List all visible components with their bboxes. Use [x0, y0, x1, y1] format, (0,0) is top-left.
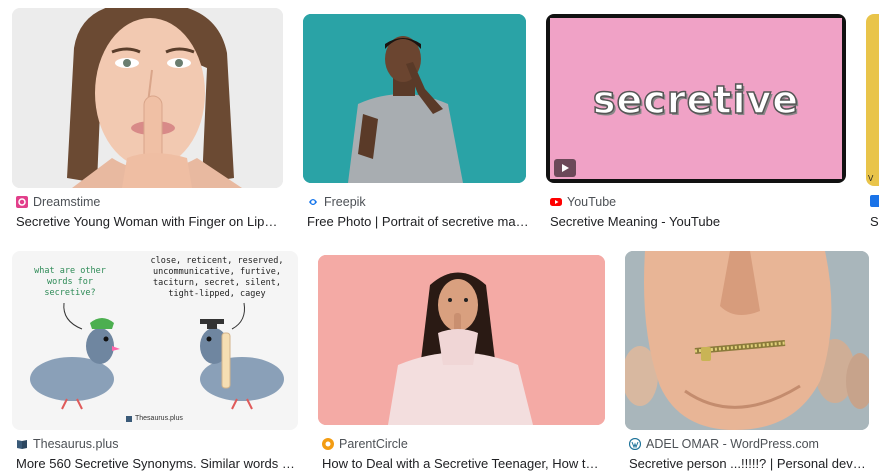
result-caption[interactable]: How to Deal with a Secretive Teenager, H… [322, 456, 602, 471]
book-icon [126, 415, 132, 422]
parentcircle-icon [322, 438, 334, 450]
source-label[interactable] [870, 195, 879, 207]
thumbnail-image[interactable]: what are other words for secretive? clos… [12, 251, 298, 430]
result-caption[interactable]: Secretive Meaning - YouTube [550, 214, 840, 229]
source-name: Dreamstime [33, 195, 101, 209]
source-name: YouTube [567, 195, 617, 209]
source-label[interactable]: ParentCircle [322, 437, 408, 451]
thumbnail-image[interactable] [318, 255, 605, 425]
source-name: Freepik [324, 195, 366, 209]
man-shushing-photo [303, 14, 526, 183]
thumbnail-image[interactable] [625, 251, 869, 430]
thumb-text: V [868, 174, 874, 183]
source-name: ADEL OMAR - WordPress.com [646, 437, 819, 451]
pigeons-illustration [30, 302, 284, 410]
watermark: Thesaurus.plus [126, 415, 183, 422]
source-label[interactable]: YouTube [550, 195, 616, 209]
thumbnail-image[interactable]: secretive [546, 14, 846, 183]
result-caption[interactable]: S [870, 214, 879, 229]
result-caption[interactable]: Secretive person ...!!!!!? | Personal de… [629, 456, 869, 471]
source-label[interactable]: ADEL OMAR - WordPress.com [629, 437, 819, 451]
source-label[interactable]: Freepik [307, 195, 366, 209]
result-caption[interactable]: More 560 Secretive Synonyms. Similar wor… [16, 456, 296, 471]
thesaurus-icon [16, 438, 28, 450]
source-label[interactable]: Dreamstime [16, 195, 100, 209]
play-icon[interactable] [554, 159, 576, 177]
wordpress-icon [629, 438, 641, 450]
site-icon [870, 195, 879, 207]
result-caption[interactable]: Free Photo | Portrait of secretive man..… [307, 214, 529, 229]
woman-finger-lips-photo [12, 8, 283, 188]
thumbnail-image[interactable]: V [866, 14, 879, 186]
source-name: Thesaurus.plus [33, 437, 119, 451]
zipped-mouth-illustration [625, 251, 869, 430]
teen-shushing-photo [318, 255, 605, 425]
watermark-text: Thesaurus.plus [135, 415, 183, 422]
result-caption[interactable]: Secretive Young Woman with Finger on Lip… [16, 214, 281, 229]
youtube-icon [550, 196, 562, 208]
freepik-icon [307, 196, 319, 208]
thumbnail-image[interactable] [12, 8, 283, 188]
thumbnail-image[interactable] [303, 14, 526, 183]
source-label[interactable]: Thesaurus.plus [16, 437, 118, 451]
dreamstime-icon [16, 196, 28, 208]
thumbnail-word: secretive [592, 77, 800, 123]
source-name: ParentCircle [339, 437, 408, 451]
